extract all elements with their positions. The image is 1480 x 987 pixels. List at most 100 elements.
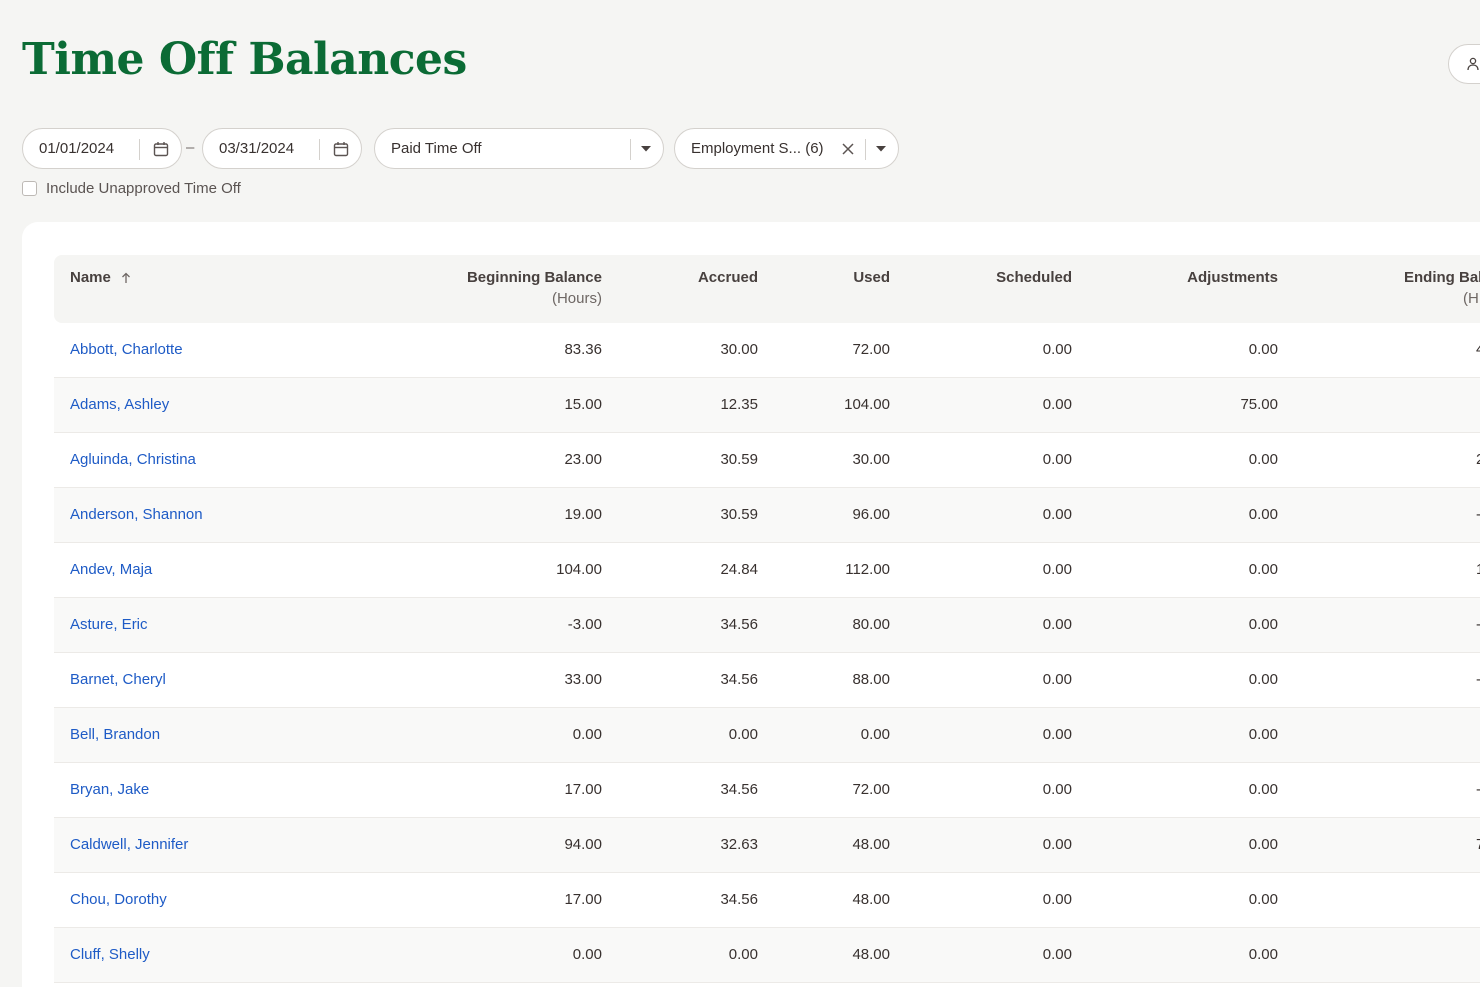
divider: [630, 139, 631, 160]
cell-adjustments: 0.00: [1248, 341, 1278, 358]
cell-adjustments: 0.00: [1248, 671, 1278, 688]
table-row[interactable]: Bell, Brandon 0.00 0.00 0.00 0.00 0.00: [54, 708, 1480, 763]
cell-scheduled: 0.00: [1042, 561, 1072, 578]
employee-name-link[interactable]: Chou, Dorothy: [70, 891, 167, 908]
cell-used: 48.00: [852, 891, 890, 908]
table-row[interactable]: Anderson, Shannon 19.00 30.59 96.00 0.00 0.00…: [54, 488, 1480, 543]
include-unapproved-checkbox[interactable]: [22, 180, 37, 196]
column-header-scheduled[interactable]: Scheduled: [996, 269, 1072, 286]
cell-adjustments: 0.00: [1248, 506, 1278, 523]
cell-used: 48.00: [852, 836, 890, 853]
cell-scheduled: 0.00: [1042, 506, 1072, 523]
start-date-picker[interactable]: 01/01/2024: [22, 128, 182, 169]
cell-accrued: 30.59: [720, 451, 758, 468]
column-ending-unit: (H: [1463, 290, 1479, 307]
time-off-policy-select[interactable]: Paid Time Off: [374, 128, 664, 169]
column-header-name[interactable]: Name: [70, 269, 131, 286]
employee-name-link[interactable]: Adams, Ashley: [70, 396, 169, 413]
table-row[interactable]: Chou, Dorothy 17.00 34.56 48.00 0.00 0.00: [54, 873, 1480, 928]
column-beginning-unit: (Hours): [551, 290, 602, 307]
cell-accrued: 0.00: [728, 946, 758, 963]
column-header-used[interactable]: Used: [853, 269, 890, 286]
cell-used: 104.00: [844, 396, 890, 413]
cell-ending: -4: [1476, 616, 1480, 633]
cell-accrued: 12.35: [720, 396, 758, 413]
cell-adjustments: 0.00: [1248, 561, 1278, 578]
cell-accrued: 0.00: [728, 726, 758, 743]
calendar-icon[interactable]: [333, 141, 349, 157]
table-header: Name Beginning Balance (Hours) Accrued U…: [54, 255, 1480, 323]
cell-scheduled: 0.00: [1042, 891, 1072, 908]
close-icon[interactable]: [841, 142, 855, 156]
column-beginning-label: Beginning Balance: [466, 269, 602, 286]
cell-adjustments: 0.00: [1248, 616, 1278, 633]
cell-accrued: 34.56: [720, 781, 758, 798]
column-header-accrued[interactable]: Accrued: [698, 269, 758, 286]
table-row[interactable]: Bryan, Jake 17.00 34.56 72.00 0.00 0.00 -2: [54, 763, 1480, 818]
table-row[interactable]: Adams, Ashley 15.00 12.35 104.00 0.00 75.00: [54, 378, 1480, 433]
add-person-icon: [1467, 57, 1479, 71]
cell-scheduled: 0.00: [1042, 946, 1072, 963]
include-unapproved-toggle[interactable]: Include Unapproved Time Off: [22, 179, 241, 197]
employee-name-link[interactable]: Andev, Maja: [70, 561, 152, 578]
divider: [865, 139, 866, 160]
employee-name-link[interactable]: Caldwell, Jennifer: [70, 836, 188, 853]
employee-name-link[interactable]: Abbott, Charlotte: [70, 341, 183, 358]
end-date-value[interactable]: 03/31/2024: [219, 140, 294, 157]
cell-scheduled: 0.00: [1042, 451, 1072, 468]
calendar-icon[interactable]: [153, 141, 169, 157]
employee-name-link[interactable]: Bryan, Jake: [70, 781, 149, 798]
end-date-picker[interactable]: 03/31/2024: [202, 128, 362, 169]
start-date-value[interactable]: 01/01/2024: [39, 140, 114, 157]
column-header-beginning-balance[interactable]: Beginning Balance (Hours): [467, 269, 602, 307]
table-row[interactable]: Agluinda, Christina 23.00 30.59 30.00 0.00 0.…: [54, 433, 1480, 488]
employee-name-link[interactable]: Bell, Brandon: [70, 726, 160, 743]
date-range-separator: –: [186, 139, 195, 156]
cell-adjustments: 0.00: [1248, 836, 1278, 853]
cell-used: 48.00: [852, 946, 890, 963]
cell-adjustments: 0.00: [1248, 946, 1278, 963]
policy-value: Paid Time Off: [391, 140, 482, 157]
employee-name-link[interactable]: Barnet, Cheryl: [70, 671, 166, 688]
add-employee-button[interactable]: [1448, 44, 1480, 84]
cell-ending: 7: [1476, 836, 1480, 853]
cell-used: 96.00: [852, 506, 890, 523]
cell-beginning: 23.00: [564, 451, 602, 468]
column-header-ending-balance[interactable]: Ending Bal (H: [1404, 269, 1480, 307]
cell-scheduled: 0.00: [1042, 781, 1072, 798]
employee-name-link[interactable]: Agluinda, Christina: [70, 451, 196, 468]
employee-name-link[interactable]: Cluff, Shelly: [70, 946, 150, 963]
cell-beginning: 17.00: [564, 781, 602, 798]
table-row[interactable]: Abbott, Charlotte 83.36 30.00 72.00 0.00 0.00…: [54, 323, 1480, 378]
table-row[interactable]: Andev, Maja 104.00 24.84 112.00 0.00 0.00 1: [54, 543, 1480, 598]
cell-accrued: 34.56: [720, 616, 758, 633]
cell-accrued: 24.84: [720, 561, 758, 578]
cell-accrued: 32.63: [720, 836, 758, 853]
cell-scheduled: 0.00: [1042, 836, 1072, 853]
arrow-up-icon[interactable]: [121, 272, 131, 284]
table-body: Abbott, Charlotte 83.36 30.00 72.00 0.00 0.00…: [54, 323, 1480, 983]
page-title: Time Off Balances: [22, 34, 467, 85]
column-header-adjustments[interactable]: Adjustments: [1187, 269, 1278, 286]
cell-adjustments: 0.00: [1248, 891, 1278, 908]
caret-down-icon[interactable]: [875, 145, 887, 153]
table-row[interactable]: Barnet, Cheryl 33.00 34.56 88.00 0.00 0.00 -2: [54, 653, 1480, 708]
cell-used: 80.00: [852, 616, 890, 633]
cell-adjustments: 0.00: [1248, 781, 1278, 798]
table-row[interactable]: Cluff, Shelly 0.00 0.00 48.00 0.00 0.00: [54, 928, 1480, 983]
cell-scheduled: 0.00: [1042, 616, 1072, 633]
table-row[interactable]: Caldwell, Jennifer 94.00 32.63 48.00 0.00 0.0…: [54, 818, 1480, 873]
cell-beginning: 0.00: [572, 726, 602, 743]
employee-name-link[interactable]: Asture, Eric: [70, 616, 148, 633]
cell-used: 88.00: [852, 671, 890, 688]
cell-beginning: 17.00: [564, 891, 602, 908]
caret-down-icon[interactable]: [640, 145, 652, 153]
employee-name-link[interactable]: Anderson, Shannon: [70, 506, 203, 523]
table-row[interactable]: Asture, Eric -3.00 34.56 80.00 0.00 0.00 -4: [54, 598, 1480, 653]
cell-accrued: 30.59: [720, 506, 758, 523]
employment-status-select[interactable]: Employment S... (6): [674, 128, 899, 169]
include-unapproved-label[interactable]: Include Unapproved Time Off: [46, 180, 241, 197]
divider: [139, 139, 140, 160]
cell-used: 72.00: [852, 341, 890, 358]
cell-accrued: 34.56: [720, 671, 758, 688]
